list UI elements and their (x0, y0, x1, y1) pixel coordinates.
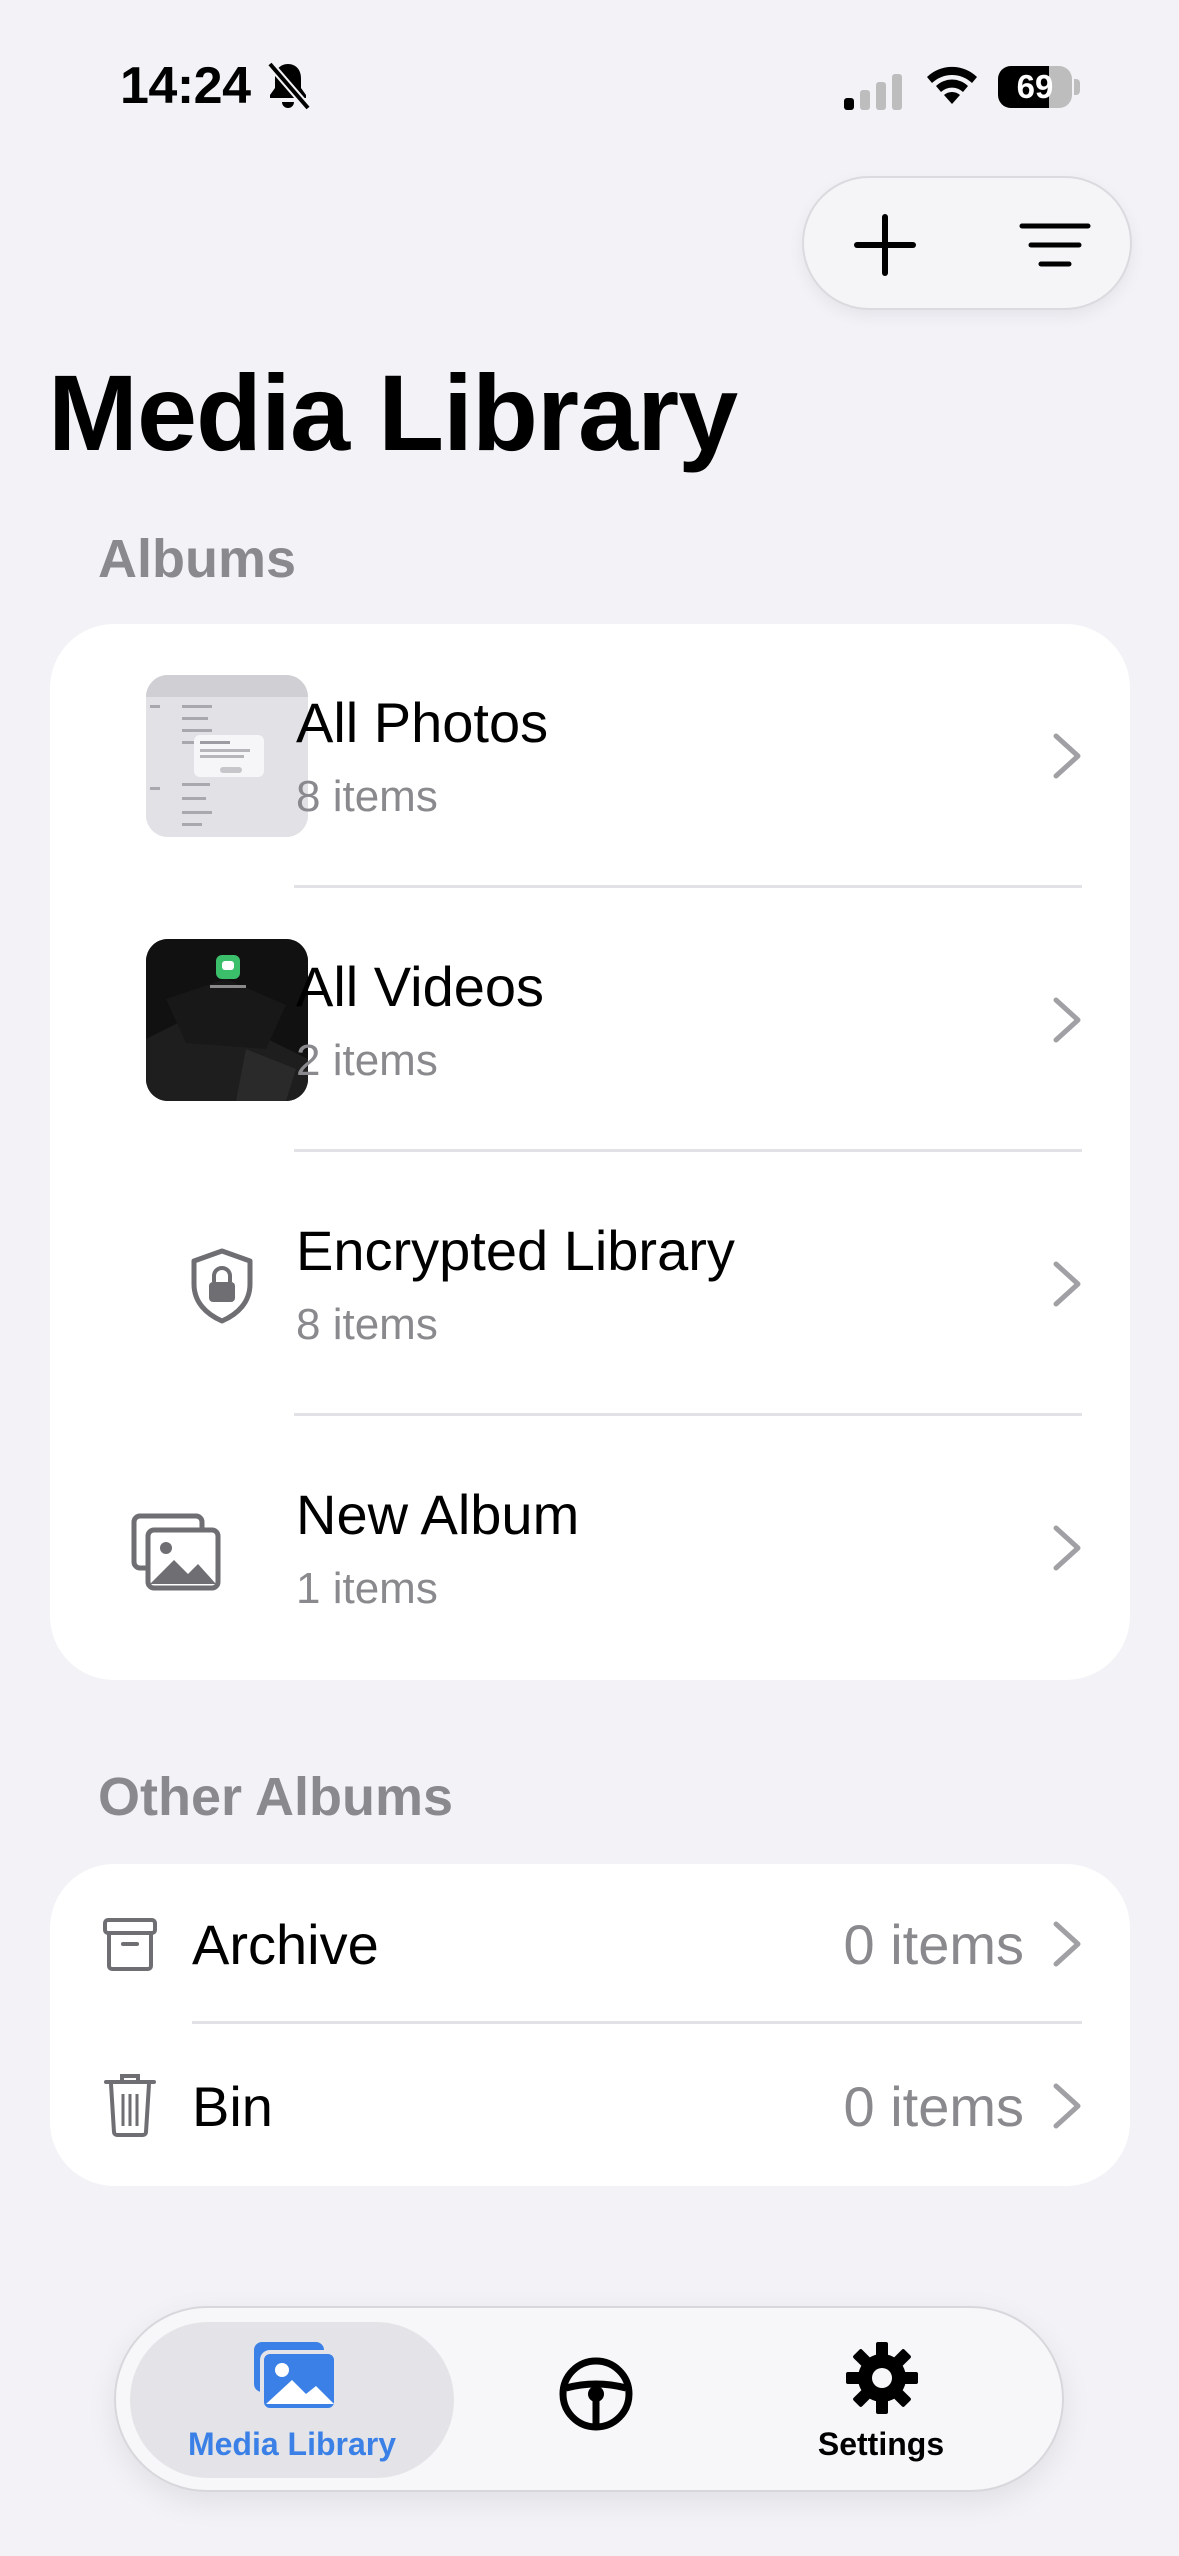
chevron-right-icon (1053, 1261, 1081, 1307)
other-albums-card: Archive 0 items Bin 0 items (50, 1864, 1130, 2186)
status-time: 14:24 (120, 57, 251, 115)
album-title: All Photos (296, 691, 549, 754)
filter-lines-icon (1019, 223, 1091, 267)
plus-icon (854, 214, 916, 276)
sort-filter-button[interactable] (1010, 200, 1100, 290)
album-row-all-photos[interactable]: All Photos 8 items (50, 624, 1130, 888)
album-row-encrypted-library[interactable]: Encrypted Library 8 items (50, 1152, 1130, 1416)
album-count: 8 items (296, 772, 438, 821)
all-videos-thumbnail (146, 939, 308, 1101)
album-count: 1 items (296, 1564, 438, 1613)
albums-section-header: Albums (98, 529, 297, 589)
other-album-title: Bin (192, 2075, 273, 2138)
gear-icon (846, 2342, 918, 2414)
tab-bar: Media Library Settings (114, 2306, 1064, 2492)
all-photos-thumbnail (146, 675, 308, 837)
chevron-right-icon (1053, 1921, 1081, 1967)
wifi-icon (927, 66, 977, 104)
trash-icon (104, 2074, 156, 2137)
other-albums-section-header: Other Albums (98, 1767, 454, 1827)
battery-indicator: 69 (998, 66, 1080, 108)
album-row-new-album[interactable]: New Album 1 items (50, 1416, 1130, 1680)
photos-stack-icon (254, 2342, 338, 2412)
other-album-count: 0 items (843, 2075, 1025, 2138)
shield-lock-icon (191, 1248, 253, 1324)
tab-label: Media Library (187, 2426, 397, 2462)
other-album-row-archive[interactable]: Archive 0 items (50, 1864, 1130, 2024)
chevron-right-icon (1053, 997, 1081, 1043)
bell-slash-icon (266, 61, 312, 111)
tab-media-library[interactable]: Media Library (130, 2322, 454, 2478)
album-title: Encrypted Library (296, 1219, 735, 1282)
cellular-signal-icon (844, 74, 902, 110)
page-title: Media Library (48, 352, 738, 473)
steering-wheel-icon (559, 2357, 633, 2431)
chevron-right-icon (1053, 1525, 1081, 1571)
album-count: 8 items (296, 1300, 438, 1349)
tab-label: Settings (817, 2426, 945, 2462)
album-count: 2 items (296, 1036, 438, 1085)
archive-box-icon (103, 1918, 157, 1971)
album-title: New Album (296, 1483, 580, 1546)
chevron-right-icon (1053, 2083, 1081, 2129)
album-title: All Videos (296, 955, 545, 1018)
photos-stack-icon (131, 1513, 221, 1591)
tab-drive[interactable] (496, 2322, 696, 2478)
top-action-capsule (802, 176, 1132, 310)
albums-card: All Photos 8 items All Videos 2 items En… (50, 624, 1130, 1680)
other-album-row-bin[interactable]: Bin 0 items (50, 2026, 1130, 2186)
album-row-all-videos[interactable]: All Videos 2 items (50, 888, 1130, 1152)
other-album-title: Archive (192, 1913, 379, 1976)
chevron-right-icon (1053, 733, 1081, 779)
tab-settings[interactable]: Settings (756, 2322, 1006, 2478)
row-divider (192, 2021, 1082, 2024)
battery-level-text: 69 (1016, 68, 1054, 105)
add-button[interactable] (840, 200, 930, 290)
other-album-count: 0 items (843, 1913, 1025, 1976)
